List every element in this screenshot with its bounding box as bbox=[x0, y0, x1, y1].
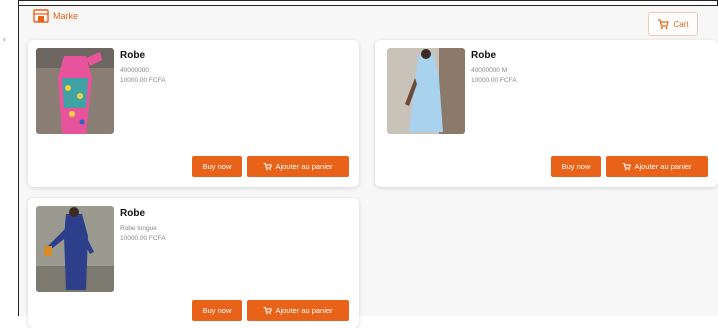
product-card: Robe 40000000 10000.00 FCFA Buy now Ajou… bbox=[28, 40, 359, 187]
product-image[interactable] bbox=[36, 48, 114, 134]
cart-icon bbox=[623, 163, 632, 171]
cart-icon bbox=[264, 163, 273, 171]
rail-marker-icon: ‹ bbox=[3, 34, 6, 44]
add-to-cart-button[interactable]: Ajouter au panier bbox=[606, 156, 708, 177]
cart-icon bbox=[264, 307, 273, 315]
product-description: 40000000 bbox=[120, 67, 149, 74]
card-actions: Buy now Ajouter au panier bbox=[551, 156, 708, 177]
buy-now-label: Buy now bbox=[202, 162, 232, 171]
add-to-cart-button[interactable]: Ajouter au panier bbox=[247, 156, 349, 177]
product-description: Robe longue bbox=[120, 225, 157, 232]
buy-now-label: Buy now bbox=[202, 306, 232, 315]
buy-now-label: Buy now bbox=[561, 162, 591, 171]
product-price: 10000.00 FCFA bbox=[471, 77, 517, 84]
card-actions: Buy now Ajouter au panier bbox=[192, 156, 349, 177]
buy-now-button[interactable]: Buy now bbox=[192, 156, 242, 177]
product-title: Robe bbox=[120, 208, 145, 219]
product-price: 10000.00 FCFA bbox=[120, 77, 166, 84]
cart-button[interactable]: Cart bbox=[648, 12, 698, 36]
buy-now-button[interactable]: Buy now bbox=[192, 300, 242, 321]
add-to-cart-label: Ajouter au panier bbox=[275, 306, 333, 315]
brand[interactable]: Marke bbox=[33, 9, 78, 23]
product-image[interactable] bbox=[36, 206, 114, 292]
add-to-cart-label: Ajouter au panier bbox=[275, 162, 333, 171]
brand-name: Marke bbox=[53, 11, 79, 21]
app-root: Marke Cart Robe 40000000 10000.00 FCFA B… bbox=[19, 6, 718, 328]
cart-label: Cart bbox=[673, 19, 689, 29]
add-to-cart-label: Ajouter au panier bbox=[634, 162, 692, 171]
shop-icon bbox=[33, 9, 49, 23]
buy-now-button[interactable]: Buy now bbox=[551, 156, 601, 177]
add-to-cart-button[interactable]: Ajouter au panier bbox=[247, 300, 349, 321]
product-card: Robe Robe longue 10000.00 FCFA Buy now A… bbox=[28, 198, 359, 328]
product-title: Robe bbox=[120, 50, 145, 61]
product-card: Robe 40000000 M 10000.00 FCFA Buy now Aj… bbox=[375, 40, 718, 187]
product-image[interactable] bbox=[387, 48, 465, 134]
product-description: 40000000 M bbox=[471, 67, 508, 74]
cart-icon bbox=[658, 19, 670, 29]
product-title: Robe bbox=[471, 50, 496, 61]
left-rail: ‹ bbox=[0, 0, 19, 316]
card-actions: Buy now Ajouter au panier bbox=[192, 300, 349, 321]
product-price: 10000.00 FCFA bbox=[120, 235, 166, 242]
